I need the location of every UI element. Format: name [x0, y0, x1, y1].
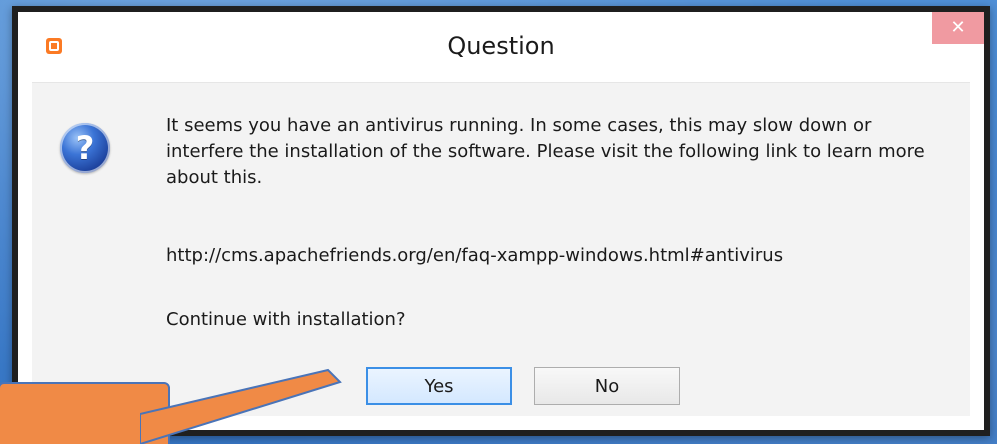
title-bar: Question ✕	[18, 12, 984, 82]
dialog-title: Question	[447, 32, 555, 60]
message-paragraph: It seems you have an antivirus running. …	[166, 115, 925, 188]
close-button[interactable]: ✕	[932, 12, 984, 44]
message-text: It seems you have an antivirus running. …	[166, 113, 952, 191]
close-icon: ✕	[950, 17, 966, 38]
continue-prompt: Continue with installation?	[166, 309, 406, 330]
no-button[interactable]: No	[534, 367, 680, 405]
question-dialog: Question ✕ ? It seems you have an antivi…	[12, 6, 990, 436]
callout-box	[0, 382, 170, 444]
yes-button[interactable]: Yes	[366, 367, 512, 405]
antivirus-link-text: http://cms.apachefriends.org/en/faq-xamp…	[166, 245, 784, 266]
question-icon: ?	[60, 123, 110, 173]
dialog-content: ? It seems you have an antivirus running…	[32, 82, 970, 416]
